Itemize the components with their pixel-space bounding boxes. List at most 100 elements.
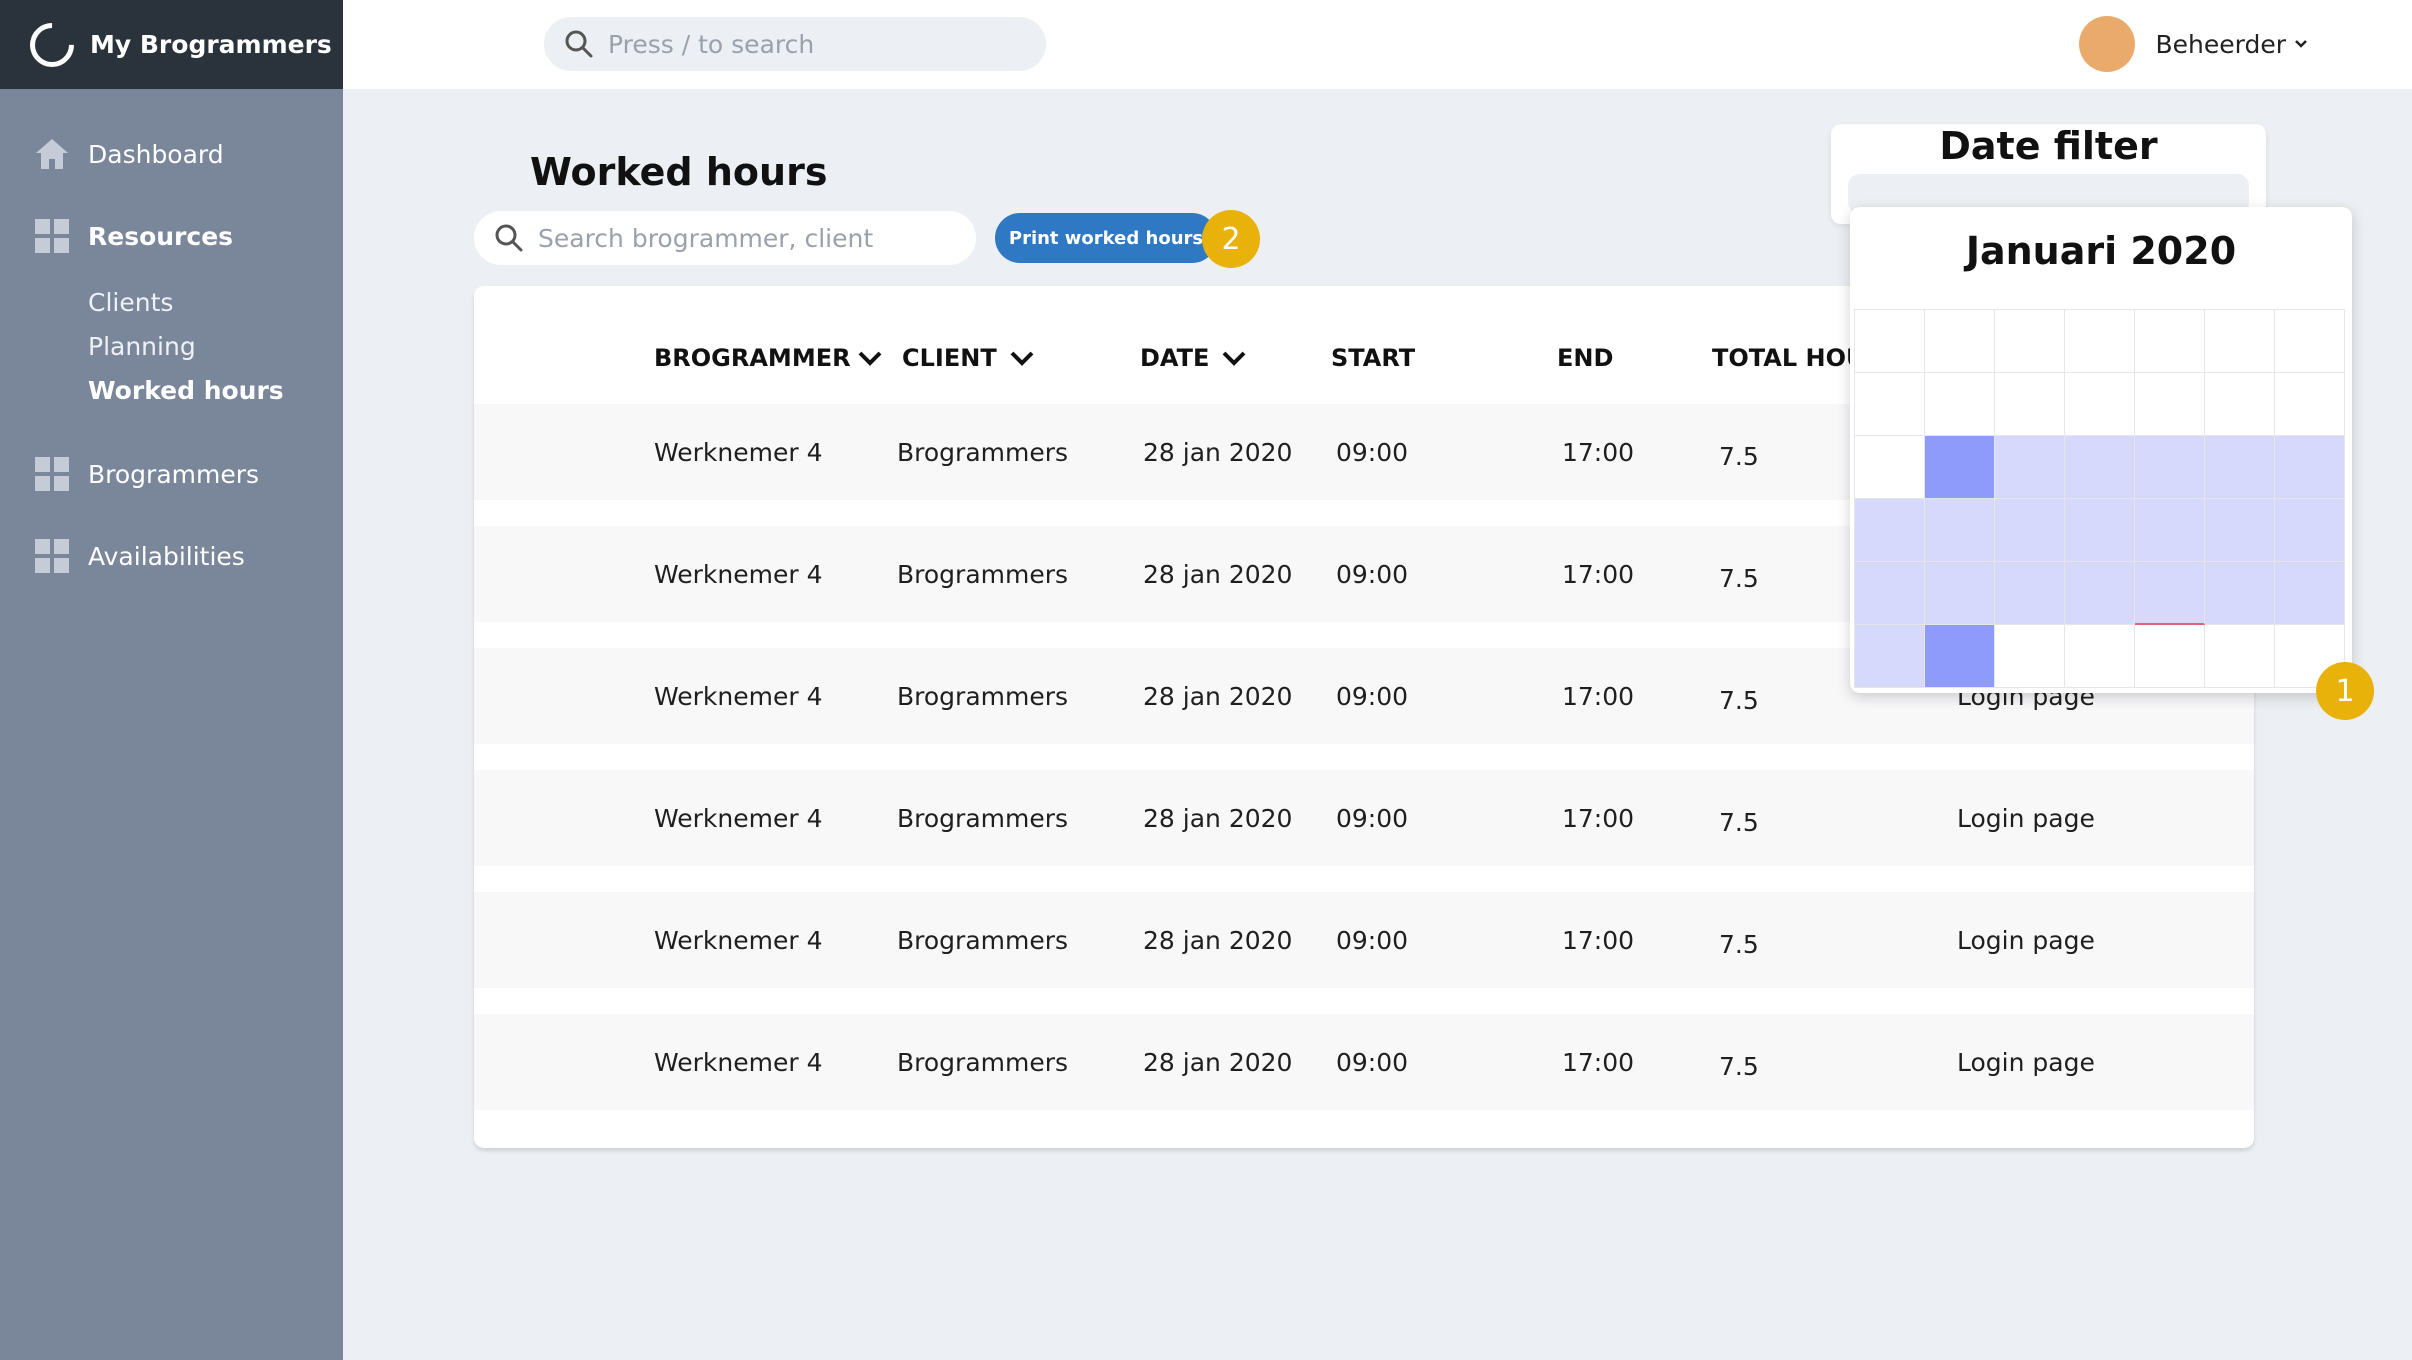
calendar-day[interactable] [2205, 373, 2275, 436]
sidebar-item-label: Dashboard [88, 139, 224, 169]
calendar-day-in-range[interactable] [2275, 436, 2345, 499]
cell-start: 09:00 [1336, 438, 1409, 467]
table-row[interactable]: Werknemer 4 Brogrammers 28 jan 2020 09:0… [474, 1014, 2254, 1110]
calendar-day-in-range[interactable] [1925, 562, 1995, 625]
table-row[interactable]: Werknemer 4 Brogrammers 28 jan 2020 09:0… [474, 892, 2254, 988]
cell-end: 17:00 [1562, 438, 1635, 467]
home-icon [34, 136, 70, 172]
calendar-day[interactable] [1995, 310, 2065, 373]
calendar-popup: Januari 2020 [1850, 207, 2352, 693]
cell-client: Brogrammers [897, 682, 1069, 711]
sidebar-item-brogrammers[interactable]: Brogrammers [34, 456, 259, 492]
logo-icon [20, 13, 84, 76]
calendar-day[interactable] [2065, 373, 2135, 436]
grid-icon [34, 218, 70, 254]
calendar-day-in-range[interactable] [2135, 499, 2205, 562]
step-badge: 1 [2316, 662, 2374, 720]
table-search-input[interactable] [538, 223, 958, 253]
cell-client: Brogrammers [897, 438, 1069, 467]
calendar-day-in-range[interactable] [2065, 562, 2135, 625]
calendar-day[interactable] [1855, 310, 1925, 373]
calendar-day[interactable] [2065, 625, 2135, 688]
column-header-start: START [1331, 344, 1416, 372]
cell-date: 28 jan 2020 [1143, 682, 1293, 711]
cell-task: Login page [1957, 1048, 2095, 1077]
sidebar-item-label: Availabilities [88, 541, 245, 571]
chevron-down-icon [1222, 351, 1246, 366]
calendar-grid [1854, 309, 2345, 688]
calendar-day-in-range[interactable] [2205, 562, 2275, 625]
cell-date: 28 jan 2020 [1143, 926, 1293, 955]
cell-start: 09:00 [1336, 560, 1409, 589]
calendar-day-in-range[interactable] [2065, 499, 2135, 562]
column-header-client[interactable]: CLIENT [902, 344, 1035, 372]
cell-task: Login page [1957, 804, 2095, 833]
calendar-day[interactable] [1855, 436, 1925, 499]
calendar-day-in-range[interactable] [2275, 499, 2345, 562]
cell-date: 28 jan 2020 [1143, 438, 1293, 467]
cell-brogrammer: Werknemer 4 [654, 438, 823, 467]
calendar-day[interactable] [1925, 373, 1995, 436]
cell-client: Brogrammers [897, 926, 1069, 955]
calendar-day-in-range[interactable] [1855, 499, 1925, 562]
sidebar-subitem-worked-hours[interactable]: Worked hours [88, 376, 284, 405]
cell-start: 09:00 [1336, 1048, 1409, 1077]
cell-total-hours: 7.5 [1719, 686, 1759, 715]
brand[interactable]: My Brogrammers [0, 0, 343, 89]
calendar-day[interactable] [1995, 625, 2065, 688]
grid-icon [34, 456, 70, 492]
calendar-day-in-range[interactable] [1995, 499, 2065, 562]
calendar-day-in-range[interactable] [1995, 562, 2065, 625]
calendar-day[interactable] [2205, 625, 2275, 688]
calendar-day[interactable] [1925, 310, 1995, 373]
calendar-day-in-range[interactable] [2065, 436, 2135, 499]
calendar-day-in-range[interactable] [2275, 562, 2345, 625]
calendar-day-in-range[interactable] [1995, 436, 2065, 499]
calendar-day-in-range[interactable] [2135, 436, 2205, 499]
sidebar-item-dashboard[interactable]: Dashboard [34, 136, 224, 172]
table-row[interactable]: Werknemer 4 Brogrammers 28 jan 2020 09:0… [474, 770, 2254, 866]
calendar-day-in-range[interactable] [2205, 436, 2275, 499]
global-search[interactable] [544, 17, 1046, 71]
calendar-day[interactable] [2275, 373, 2345, 436]
calendar-day-today[interactable] [2135, 562, 2205, 625]
cell-brogrammer: Werknemer 4 [654, 926, 823, 955]
user-name: Beheerder [2155, 29, 2286, 59]
calendar-day-in-range[interactable] [1855, 562, 1925, 625]
cell-total-hours: 7.5 [1719, 564, 1759, 593]
calendar-day[interactable] [2065, 310, 2135, 373]
search-icon [495, 224, 523, 252]
calendar-day-in-range[interactable] [1925, 499, 1995, 562]
search-icon [565, 30, 593, 58]
calendar-day[interactable] [2275, 310, 2345, 373]
calendar-day[interactable] [1995, 373, 2065, 436]
calendar-day[interactable] [1855, 373, 1925, 436]
avatar [2079, 16, 2136, 72]
user-menu[interactable]: Beheerder [2079, 16, 2308, 72]
sidebar-subitem-clients[interactable]: Clients [88, 288, 173, 317]
calendar-day-in-range[interactable] [1855, 625, 1925, 688]
sidebar-item-resources[interactable]: Resources [34, 218, 233, 254]
cell-start: 09:00 [1336, 804, 1409, 833]
chevron-down-icon [1010, 351, 1034, 366]
calendar-day-in-range[interactable] [2205, 499, 2275, 562]
cell-client: Brogrammers [897, 804, 1069, 833]
calendar-day[interactable] [2135, 310, 2205, 373]
sidebar-item-label: Brogrammers [88, 459, 260, 489]
table-search[interactable] [474, 211, 976, 265]
calendar-day[interactable] [2135, 373, 2205, 436]
cell-client: Brogrammers [897, 1048, 1069, 1077]
calendar-day[interactable] [2135, 625, 2205, 688]
step-badge: 2 [1202, 210, 1260, 268]
calendar-day-range-end[interactable] [1925, 625, 1995, 688]
column-header-date[interactable]: DATE [1140, 344, 1247, 372]
calendar-day[interactable] [2205, 310, 2275, 373]
sidebar-item-availabilities[interactable]: Availabilities [34, 538, 245, 574]
print-worked-hours-button[interactable]: Print worked hours [995, 213, 1217, 263]
chevron-down-icon [2295, 40, 2307, 48]
column-header-brogrammer[interactable]: BROGRAMMER [654, 344, 883, 372]
global-search-input[interactable] [608, 29, 1008, 59]
sidebar-subitem-planning[interactable]: Planning [88, 332, 196, 361]
calendar-day-range-start[interactable] [1925, 436, 1995, 499]
date-filter-title: Date filter [1939, 124, 2158, 168]
